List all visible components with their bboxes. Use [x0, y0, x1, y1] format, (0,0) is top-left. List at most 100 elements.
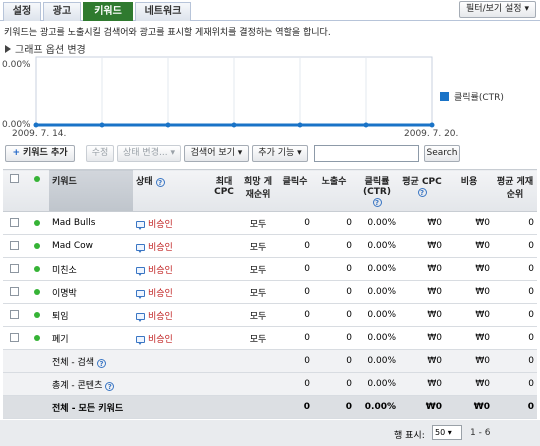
- rows-per-page-select[interactable]: 50 ▾: [432, 425, 462, 440]
- ctr-cell: 0.00%: [355, 234, 399, 258]
- avg-position-cell: 0: [493, 326, 537, 350]
- tab-bar: 설정 광고 키워드 네트워크 필터/보기 설정 ▾: [0, 0, 540, 21]
- ctr-cell: 0.00%: [355, 280, 399, 304]
- keyword-cell[interactable]: Mad Bulls: [49, 211, 133, 235]
- avg-position-column-label: 평균 게재 순위: [496, 177, 534, 200]
- help-icon[interactable]: ?: [105, 381, 115, 391]
- speech-bubble-icon[interactable]: [136, 335, 145, 345]
- clicks-column-header[interactable]: 클릭수: [277, 169, 313, 212]
- row-checkbox-cell: [3, 211, 25, 235]
- table-footer: 행 표시: 50 ▾ 1 - 6: [0, 420, 540, 446]
- row-checkbox[interactable]: [9, 218, 19, 227]
- avg-position-column-header[interactable]: 평균 게재 순위: [493, 169, 537, 212]
- avg-position-cell: 0: [493, 303, 537, 327]
- row-checkbox[interactable]: [9, 241, 19, 250]
- table-row: 미친소 비승인 모두 0 0 0.00% ₩0 ₩0 0: [3, 257, 537, 281]
- enabled-dot-icon: [34, 311, 40, 318]
- edit-button[interactable]: 수정: [86, 145, 114, 162]
- status-column-header[interactable]: 상태 ?: [133, 169, 209, 212]
- tab-settings[interactable]: 설정: [3, 2, 41, 21]
- max-cpc-column-header[interactable]: 최대 CPC: [209, 169, 239, 212]
- ctr-data-point: [363, 122, 369, 128]
- row-range: 1 - 6: [470, 428, 491, 438]
- enabled-dot-icon: [34, 265, 40, 272]
- keyword-cell[interactable]: 퇴임: [49, 303, 133, 327]
- enabled-dot-icon: [34, 242, 40, 249]
- ctr-cell: 0.00%: [355, 326, 399, 350]
- total-clicks-cell: 0: [277, 395, 313, 419]
- row-checkbox-cell: [3, 234, 25, 258]
- more-actions-label: 추가 기능: [258, 148, 295, 158]
- keyword-search-input[interactable]: [314, 145, 419, 162]
- keyword-cell[interactable]: Mad Cow: [49, 234, 133, 258]
- tab-networks[interactable]: 네트워크: [135, 2, 191, 21]
- speech-bubble-icon[interactable]: [136, 266, 145, 276]
- add-keyword-button[interactable]: + 키워드 추가: [5, 145, 75, 162]
- row-checkbox[interactable]: [9, 264, 19, 273]
- summary-impressions-cell: 0: [313, 349, 355, 373]
- more-actions-button[interactable]: 추가 기능 ▾: [252, 145, 308, 162]
- preferred-position-column-header[interactable]: 희망 게재순위: [239, 169, 277, 212]
- keyword-column-header[interactable]: 키워드: [49, 169, 133, 212]
- avg-cpc-column-label: 평균 CPC: [402, 177, 442, 187]
- row-checkbox[interactable]: [9, 310, 19, 319]
- keyword-column-label: 키워드: [52, 177, 77, 187]
- help-icon[interactable]: ?: [155, 178, 165, 187]
- filter-view-settings-button[interactable]: 필터/보기 설정 ▾: [459, 1, 536, 18]
- row-checkbox-cell: [3, 326, 25, 350]
- summary-clicks-cell: 0: [277, 372, 313, 396]
- tab-ads[interactable]: 광고: [43, 2, 81, 21]
- summary-ctr-cell: 0.00%: [355, 349, 399, 373]
- select-all-checkbox[interactable]: [9, 174, 19, 183]
- search-terms-button[interactable]: 검색어 보기 ▾: [184, 145, 249, 162]
- speech-bubble-icon[interactable]: [136, 243, 145, 253]
- speech-bubble-icon[interactable]: [136, 312, 145, 322]
- chevron-down-icon: ▾: [297, 148, 302, 158]
- avg-cpc-column-header[interactable]: 평균 CPC ?: [399, 169, 445, 212]
- total-row: 전체 - 모든 키워드 0 0 0.00% ₩0 ₩0 0: [3, 395, 537, 419]
- keywords-description: 키워드는 광고를 노출시킬 검색어와 광고를 표시할 게재위치를 결정하는 역할…: [4, 28, 331, 38]
- cost-cell: ₩0: [445, 326, 493, 350]
- table-row: Mad Cow 비승인 모두 0 0 0.00% ₩0 ₩0 0: [3, 234, 537, 258]
- chevron-down-icon: ▾: [524, 4, 529, 14]
- help-icon[interactable]: ?: [96, 358, 106, 368]
- keyword-table: 키워드 상태 ? 최대 CPC 희망 게재순위 클릭수 노출수 클릭률 (CTR…: [3, 169, 537, 419]
- graph-options-toggle[interactable]: 그래프 옵션 변경: [5, 41, 86, 56]
- status-text: 비승인: [148, 265, 173, 276]
- status-cell: 비승인: [133, 303, 209, 327]
- ctr-data-point: [231, 122, 237, 128]
- ctr-data-point: [429, 122, 435, 128]
- row-checkbox[interactable]: [9, 287, 19, 296]
- speech-bubble-icon[interactable]: [136, 220, 145, 230]
- status-cell: 비승인: [133, 280, 209, 304]
- cost-column-header[interactable]: 비용: [445, 169, 493, 212]
- summary-ctr-cell: 0.00%: [355, 372, 399, 396]
- tab-keywords[interactable]: 키워드: [83, 2, 133, 21]
- impressions-cell: 0: [313, 326, 355, 350]
- status-cell: 비승인: [133, 234, 209, 258]
- keyword-cell[interactable]: 이명박: [49, 280, 133, 304]
- ctr-cell: 0.00%: [355, 303, 399, 327]
- keyword-cell[interactable]: 폐기: [49, 326, 133, 350]
- summary-label: 총계 - 콘텐츠: [52, 380, 103, 391]
- help-icon[interactable]: ?: [417, 188, 427, 197]
- row-checkbox-cell: [3, 303, 25, 327]
- help-icon[interactable]: ?: [372, 198, 382, 207]
- status-change-button[interactable]: 상태 변경... ▾: [117, 145, 181, 162]
- expand-triangle-icon: [5, 45, 11, 53]
- ctr-column-header[interactable]: 클릭률 (CTR) ?: [355, 169, 399, 212]
- keyword-cell[interactable]: 미친소: [49, 257, 133, 281]
- y-axis-top-label: 0.00%: [2, 60, 31, 70]
- preferred-position-cell: 모두: [239, 280, 277, 304]
- row-status-dot-cell: [25, 234, 49, 258]
- cost-cell: ₩0: [445, 280, 493, 304]
- cost-cell: ₩0: [445, 303, 493, 327]
- summary-avg-position-cell: 0: [493, 349, 537, 373]
- impressions-column-header[interactable]: 노출수: [313, 169, 355, 212]
- legend-label: 클릭률(CTR): [454, 93, 504, 103]
- row-checkbox[interactable]: [9, 333, 19, 342]
- max-cpc-cell: [209, 280, 239, 304]
- speech-bubble-icon[interactable]: [136, 289, 145, 299]
- search-button[interactable]: Search: [424, 145, 460, 162]
- max-cpc-column-label: 최대 CPC: [214, 177, 234, 197]
